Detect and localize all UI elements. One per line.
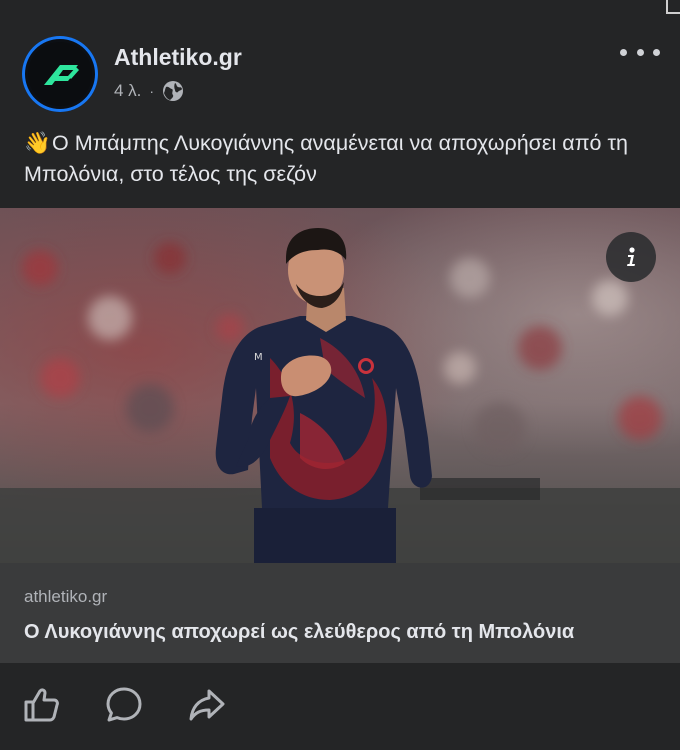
post-meta: 4 λ. · [114,80,184,102]
post-header: Athletiko.gr 4 λ. · [22,36,664,116]
svg-text:M: M [254,352,263,363]
athletiko-logo [28,42,92,106]
post-text: 👋Ο Μπάμπης Λυκογιάννης αναμένεται να απο… [24,128,664,190]
player-photo: M [0,208,680,563]
page-avatar[interactable] [22,36,98,112]
comment-icon [106,687,142,722]
post-time[interactable]: 4 λ. [114,81,141,101]
corner-mark [666,0,680,14]
athletiko-logo-icon [44,65,79,85]
link-title: Ο Λυκογιάννης αποχωρεί ως ελεύθερος από … [24,621,575,643]
link-preview[interactable]: athletiko.gr Ο Λυκογιάννης αποχωρεί ως ε… [0,563,680,663]
like-button[interactable] [21,685,61,725]
more-dot [636,48,644,56]
share-icon [189,689,225,721]
meta-separator: · [149,83,155,99]
info-icon [627,247,635,266]
more-options-button[interactable] [620,42,660,62]
comment-button[interactable] [104,685,144,725]
link-domain: athletiko.gr [24,587,108,606]
page-name[interactable]: Athletiko.gr [114,44,242,71]
post-text-body: Ο Μπάμπης Λυκογιάννης αναμένεται να αποχ… [24,131,628,186]
share-button[interactable] [187,685,227,725]
action-bar [0,663,680,750]
thumbs-up-icon [24,688,59,722]
more-dot [653,48,660,56]
waving-hand-emoji: 👋 [24,131,51,155]
info-button[interactable] [606,232,656,282]
facebook-post: Athletiko.gr 4 λ. · 👋Ο Μπάμπης Λυκογιάνν… [0,0,680,750]
post-photo[interactable]: M [0,208,680,563]
more-dots-icon [620,48,627,56]
globe-icon [163,81,184,101]
